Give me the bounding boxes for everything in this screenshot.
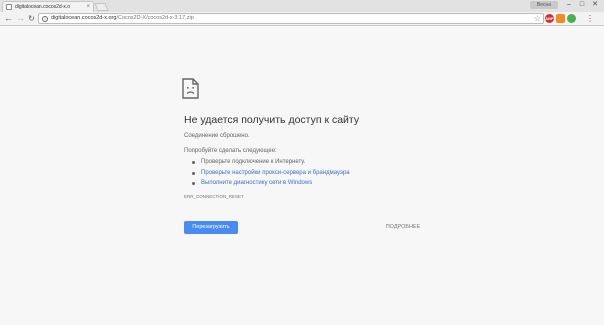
bookmark-star-icon[interactable]: ☆ (534, 14, 541, 23)
minimize-icon[interactable]: – (562, 0, 576, 10)
browser-window: digitalocean.cocos2d-x.o × Весна – □ ✕ ←… (0, 0, 604, 325)
adblock-extension-icon[interactable]: ABP (545, 14, 554, 23)
back-arrow-icon[interactable]: ← (3, 13, 14, 24)
tab-close-icon[interactable]: × (86, 3, 90, 12)
url-host: digitalocean.cocos2d-x.org (51, 15, 117, 21)
user-profile-chip[interactable]: Весна (530, 1, 558, 9)
suggestions-list: Проверьте подключение к Интернету. Прове… (191, 157, 350, 189)
url-path: /Cocos2D-X/cocos2d-x-3.17.zip (116, 15, 194, 21)
extension-green-icon[interactable] (567, 14, 576, 23)
address-bar[interactable]: i digitalocean.cocos2d-x.org/Cocos2D-X/c… (38, 13, 544, 24)
adblock-label: ABP (545, 16, 554, 21)
reload-button[interactable]: Перезагрузить (184, 221, 238, 234)
error-code: ERR_CONNECTION_RESET (184, 194, 244, 199)
close-window-icon[interactable]: ✕ (588, 0, 602, 10)
info-circle-icon[interactable]: i (42, 15, 48, 22)
forward-arrow-icon[interactable]: → (15, 13, 26, 24)
maximize-icon[interactable]: □ (575, 0, 589, 10)
sad-document-icon (182, 78, 199, 99)
details-button[interactable]: ПОДРОБНЕЕ (383, 221, 423, 234)
suggestion-proxy-link[interactable]: Проверьте настройки прокси-сервера и бра… (191, 168, 350, 179)
url-text[interactable]: digitalocean.cocos2d-x.org/Cocos2D-X/coc… (51, 14, 194, 23)
suggestions-label: Попробуйте сделать следующее: (184, 148, 277, 154)
suggestion-check-connection: Проверьте подключение к Интернету. (191, 157, 350, 168)
tab-title: digitalocean.cocos2d-x.o (15, 3, 71, 10)
browser-tab[interactable]: digitalocean.cocos2d-x.o × (2, 1, 94, 12)
new-tab-button[interactable] (94, 3, 109, 11)
suggestion-diagnostics-link[interactable]: Выполните диагностику сети в Windows (191, 178, 350, 189)
menu-icon[interactable]: ⋮ (583, 13, 597, 24)
reload-icon[interactable]: ↻ (26, 13, 37, 24)
error-description: Соединение сброшено. (184, 133, 250, 139)
page-icon (6, 4, 12, 10)
extension-icon[interactable] (556, 14, 565, 23)
tab-strip: digitalocean.cocos2d-x.o × Весна – □ ✕ (0, 0, 604, 12)
page-title: Не удается получить доступ к сайту (184, 114, 360, 126)
error-page: Не удается получить доступ к сайту Соеди… (0, 27, 604, 325)
browser-toolbar: ← → ↻ i digitalocean.cocos2d-x.org/Cocos… (0, 12, 604, 26)
